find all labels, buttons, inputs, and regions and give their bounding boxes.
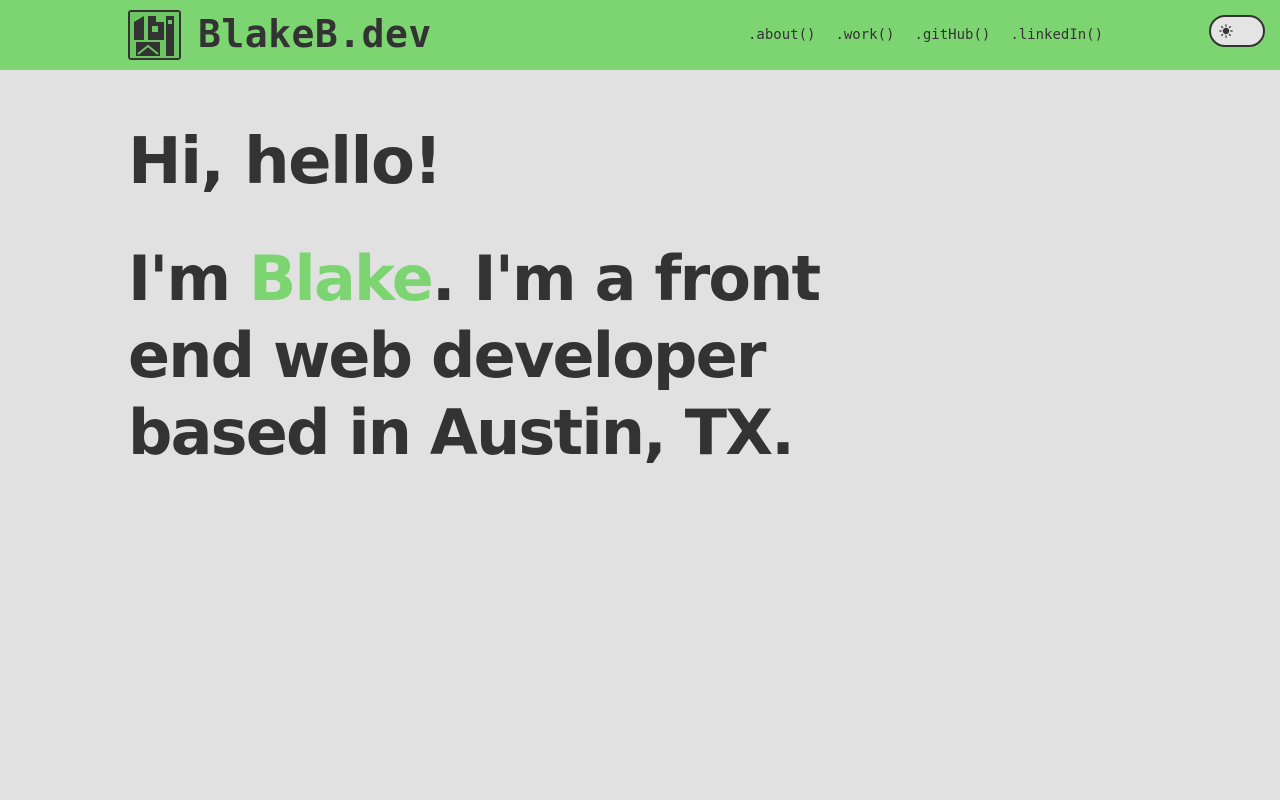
nav-work-link[interactable]: .work() <box>825 27 904 43</box>
theme-toggle[interactable] <box>1209 15 1265 47</box>
hero-section: Hi, hello! I'm Blake. I'm a front end we… <box>128 118 828 471</box>
hero-greeting: Hi, hello! <box>128 125 443 199</box>
site-logo[interactable] <box>128 10 181 60</box>
nav-about-link[interactable]: .about() <box>738 27 825 43</box>
sun-icon <box>1219 24 1233 38</box>
main-nav: .about() .work() .gitHub() .linkedIn() <box>738 24 1113 46</box>
hero-name: Blake <box>249 242 434 315</box>
nav-linkedin-link[interactable]: .linkedIn() <box>1000 27 1113 43</box>
house-tree-logo-icon <box>130 12 179 58</box>
site-header: BlakeB.dev .about() .work() .gitHub() .l… <box>0 0 1280 70</box>
nav-github-link[interactable]: .gitHub() <box>904 27 1000 43</box>
intro-prefix: I'm <box>128 242 250 315</box>
site-brand[interactable]: BlakeB.dev <box>198 8 432 60</box>
hero-intro: I'm Blake. I'm a front end web developer… <box>128 240 828 471</box>
